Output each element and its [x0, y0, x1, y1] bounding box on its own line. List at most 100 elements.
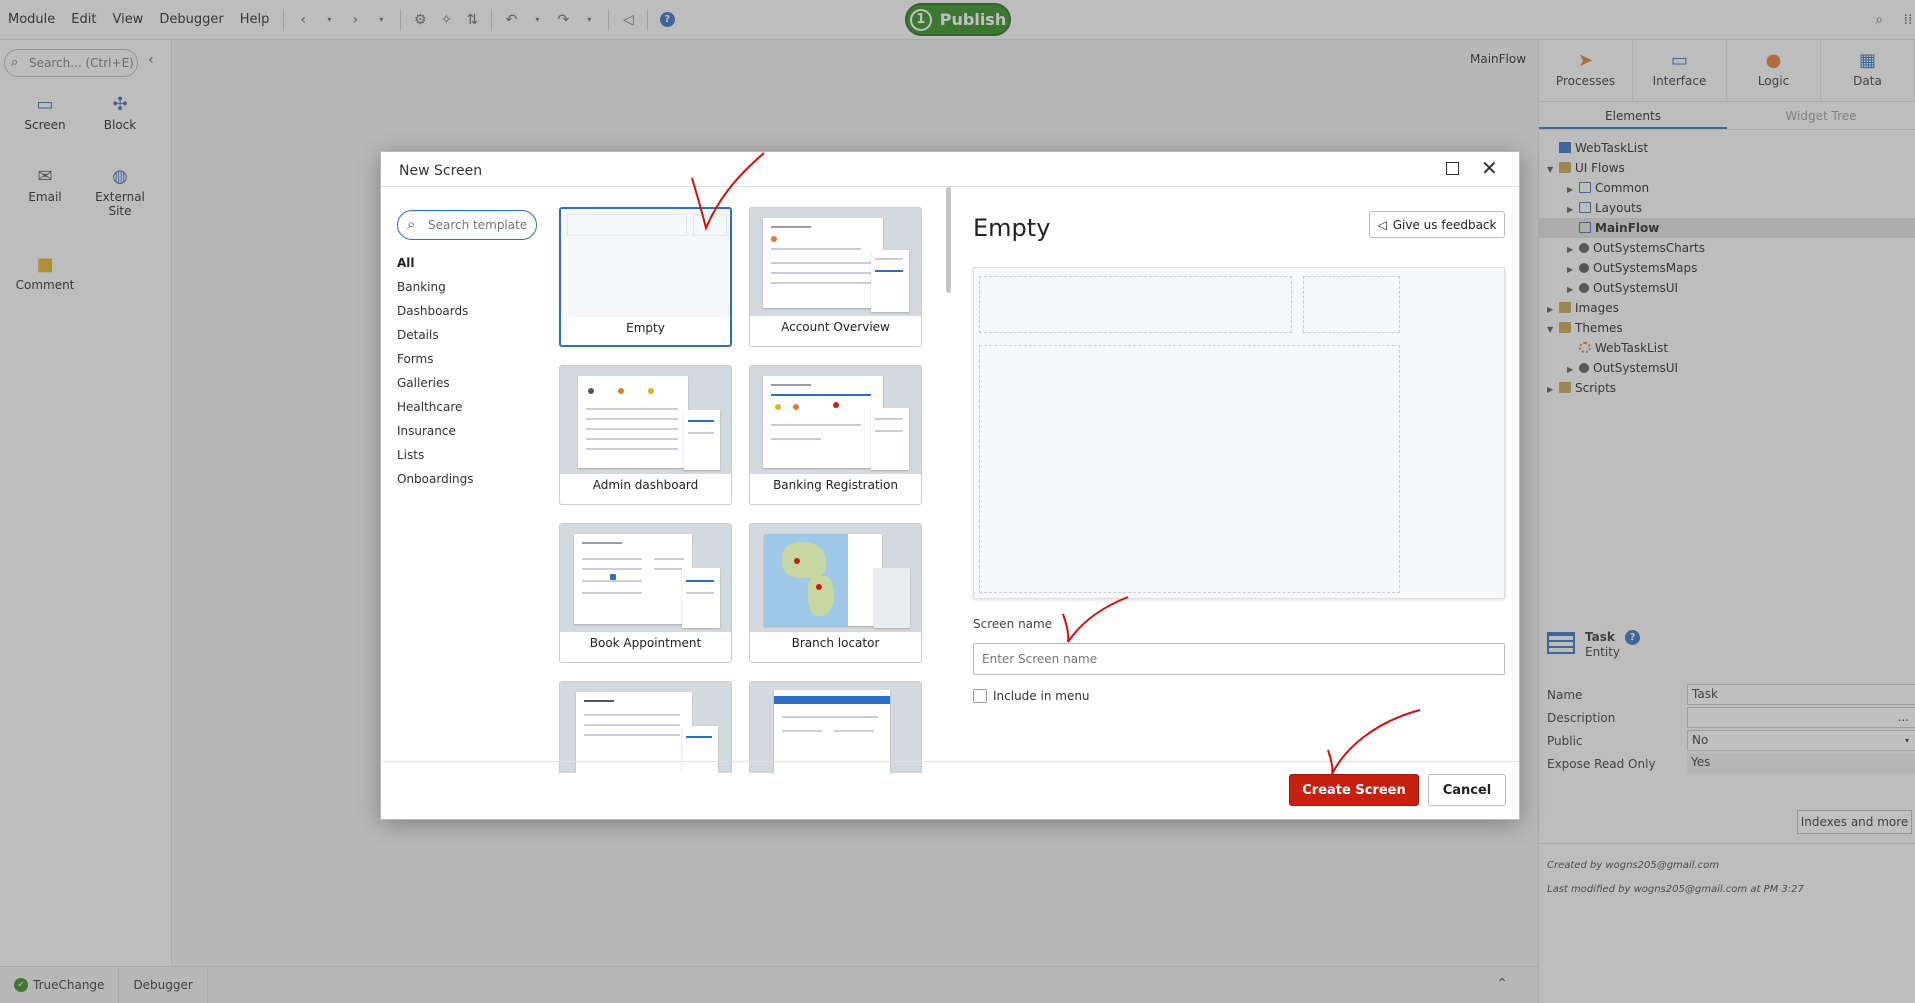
template-search-input[interactable]: [397, 210, 537, 240]
mock-line: [771, 394, 871, 396]
mock-line: [586, 408, 678, 410]
mock-dot: [833, 402, 839, 408]
megaphone-icon: ◁: [1377, 217, 1387, 232]
mock-line: [686, 592, 714, 594]
category-banking[interactable]: Banking: [397, 280, 474, 304]
category-lists[interactable]: Lists: [397, 448, 474, 472]
template-thumbnail: [750, 524, 921, 632]
mock-phone: [871, 408, 909, 470]
mock-dot: [771, 236, 777, 242]
template-thumbnail: [561, 209, 730, 317]
mock-line: [584, 734, 680, 736]
mock-dot: [648, 388, 654, 394]
map-pin: [816, 584, 822, 590]
screen-name-input[interactable]: [973, 643, 1505, 675]
mock-line: [582, 558, 642, 560]
mock-line: [582, 580, 642, 582]
mock-line: [688, 432, 714, 434]
template-card-branch-locator[interactable]: Branch locator: [749, 523, 922, 663]
mock-banner: [774, 696, 890, 704]
mock-dot: [588, 388, 594, 394]
map-pin: [794, 558, 800, 564]
template-card-banking-registration[interactable]: Banking Registration: [749, 365, 922, 505]
mock-line: [686, 580, 714, 582]
mock-line: [771, 438, 821, 440]
mock-line: [771, 272, 871, 274]
template-grid: Empty Account Overview Admin dashboard B…: [559, 207, 941, 773]
preview-placeholder: [979, 276, 1292, 333]
template-card[interactable]: [749, 681, 922, 773]
include-in-menu-label: Include in menu: [993, 689, 1090, 703]
mock-line: [834, 730, 874, 732]
mock-line: [586, 428, 678, 430]
feedback-label: Give us feedback: [1392, 217, 1497, 232]
mock-screen: [574, 534, 692, 624]
screen-name-label: Screen name: [973, 617, 1053, 631]
mock-line: [586, 438, 678, 440]
template-thumbnail: [750, 208, 921, 316]
mock-screen: [763, 218, 883, 308]
placeholder-block: [567, 214, 687, 236]
mock-line: [771, 384, 811, 386]
mock-dot: [775, 404, 781, 410]
map-land: [808, 576, 834, 616]
mock-line: [586, 448, 678, 450]
template-thumbnail: [750, 682, 921, 773]
category-galleries[interactable]: Galleries: [397, 376, 474, 400]
dialog-title: New Screen: [399, 163, 483, 179]
cancel-button[interactable]: Cancel: [1428, 774, 1506, 806]
mock-line: [654, 558, 684, 560]
new-screen-dialog: New Screen ✕ ⌕ AllBankingDashboardsDetai…: [380, 151, 1520, 820]
divider: [381, 761, 1519, 762]
mock-line: [586, 418, 678, 420]
template-card-admin-dashboard[interactable]: Admin dashboard: [559, 365, 732, 505]
mock-phone: [682, 726, 718, 773]
placeholder-block: [693, 214, 727, 236]
mock-line: [875, 270, 903, 272]
mock-screen: [578, 376, 688, 468]
preview-title: Empty: [973, 214, 1051, 242]
template-card-account-overview[interactable]: Account Overview: [749, 207, 922, 347]
template-card-book-appointment[interactable]: Book Appointment: [559, 523, 732, 663]
mock-line: [771, 282, 871, 284]
template-name: Account Overview: [781, 320, 890, 334]
mock-map: [764, 534, 882, 626]
category-dashboards[interactable]: Dashboards: [397, 304, 474, 328]
maximize-icon[interactable]: [1446, 162, 1459, 175]
mock-line: [771, 424, 861, 426]
mock-line: [686, 736, 712, 738]
mock-dot: [793, 404, 799, 410]
feedback-button[interactable]: ◁ Give us feedback: [1369, 211, 1505, 238]
template-thumbnail: [750, 366, 921, 474]
category-onboardings[interactable]: Onboardings: [397, 472, 474, 496]
category-healthcare[interactable]: Healthcare: [397, 400, 474, 424]
mock-line: [688, 420, 714, 422]
mock-line: [584, 724, 680, 726]
mock-screen: [763, 376, 883, 468]
template-card[interactable]: [559, 681, 732, 773]
include-in-menu-checkbox[interactable]: [973, 689, 987, 703]
category-forms[interactable]: Forms: [397, 352, 474, 376]
include-in-menu[interactable]: Include in menu: [973, 689, 1090, 703]
template-name: Branch locator: [791, 636, 880, 650]
close-icon[interactable]: ✕: [1481, 156, 1498, 180]
map-land: [782, 542, 826, 578]
mock-line: [771, 248, 861, 250]
template-name: Book Appointment: [589, 636, 702, 650]
mock-phone: [874, 568, 910, 628]
template-name: Banking Registration: [773, 478, 898, 492]
mock-line: [782, 716, 878, 718]
mock-phone: [871, 250, 909, 312]
create-screen-button[interactable]: Create Screen: [1289, 774, 1419, 806]
template-thumbnail: [560, 366, 731, 474]
template-card-empty[interactable]: Empty: [559, 207, 732, 347]
mock-line: [584, 700, 614, 702]
category-insurance[interactable]: Insurance: [397, 424, 474, 448]
mock-line: [582, 592, 642, 594]
mock-line: [771, 262, 871, 264]
mock-line: [582, 542, 622, 544]
category-details[interactable]: Details: [397, 328, 474, 352]
template-scrollbar[interactable]: [946, 187, 951, 293]
template-name: Admin dashboard: [592, 478, 699, 492]
category-all[interactable]: All: [397, 256, 474, 280]
